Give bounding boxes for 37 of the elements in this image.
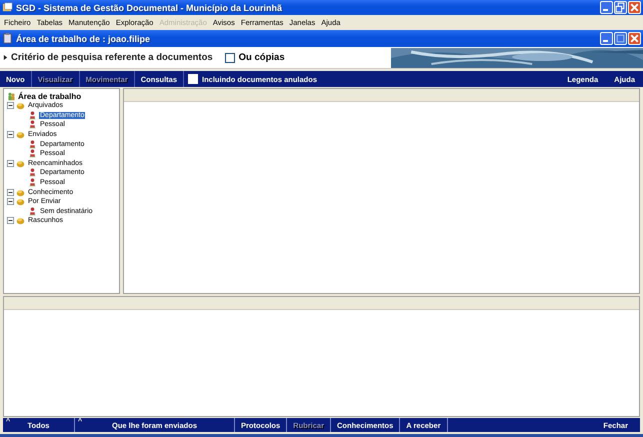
person-icon bbox=[28, 149, 37, 158]
folder-icon bbox=[16, 130, 25, 140]
collapse-toggle[interactable] bbox=[7, 102, 14, 110]
person-icon bbox=[28, 168, 37, 178]
collapse-toggle[interactable] bbox=[7, 131, 14, 138]
include-cancelled-checkbox[interactable] bbox=[188, 74, 198, 84]
person-icon bbox=[28, 140, 37, 149]
collapse-toggle[interactable] bbox=[7, 217, 14, 224]
close-button[interactable] bbox=[628, 32, 641, 45]
minimize-button[interactable] bbox=[600, 32, 613, 45]
close-button[interactable] bbox=[628, 1, 641, 14]
window-title: SGD - Sistema de Gestão Documental - Município da Lourinhã bbox=[16, 2, 282, 12]
maximize-icon bbox=[615, 33, 626, 44]
collapse-toggle[interactable] bbox=[7, 160, 14, 167]
copies-label: Ou cópias bbox=[238, 52, 285, 63]
inner-window-title: Área de trabalho de : joao.filipe bbox=[16, 34, 150, 44]
minimize-button[interactable] bbox=[600, 1, 613, 14]
folder-icon bbox=[16, 101, 25, 110]
minimize-icon bbox=[603, 9, 608, 11]
collapse-toggle[interactable] bbox=[7, 188, 14, 196]
person-icon bbox=[28, 110, 37, 120]
minimize-icon bbox=[603, 40, 608, 42]
collapse-toggle[interactable] bbox=[7, 198, 14, 206]
criteria-label: Critério de pesquisa referente a documentos bbox=[11, 52, 213, 63]
restore-button[interactable] bbox=[614, 1, 627, 14]
folder-icon bbox=[16, 158, 25, 168]
copies-checkbox[interactable] bbox=[224, 52, 235, 62]
restore-icon bbox=[615, 2, 626, 13]
maximize-button[interactable] bbox=[614, 32, 627, 45]
person-icon bbox=[28, 206, 37, 216]
person-icon bbox=[28, 120, 37, 130]
person-icon bbox=[28, 178, 37, 188]
people-icon bbox=[7, 92, 16, 100]
clipboard-icon bbox=[2, 33, 13, 44]
tree-root[interactable]: Área de trabalho bbox=[18, 92, 82, 100]
app-icon bbox=[2, 2, 13, 13]
expand-arrow-icon[interactable] bbox=[3, 54, 8, 61]
